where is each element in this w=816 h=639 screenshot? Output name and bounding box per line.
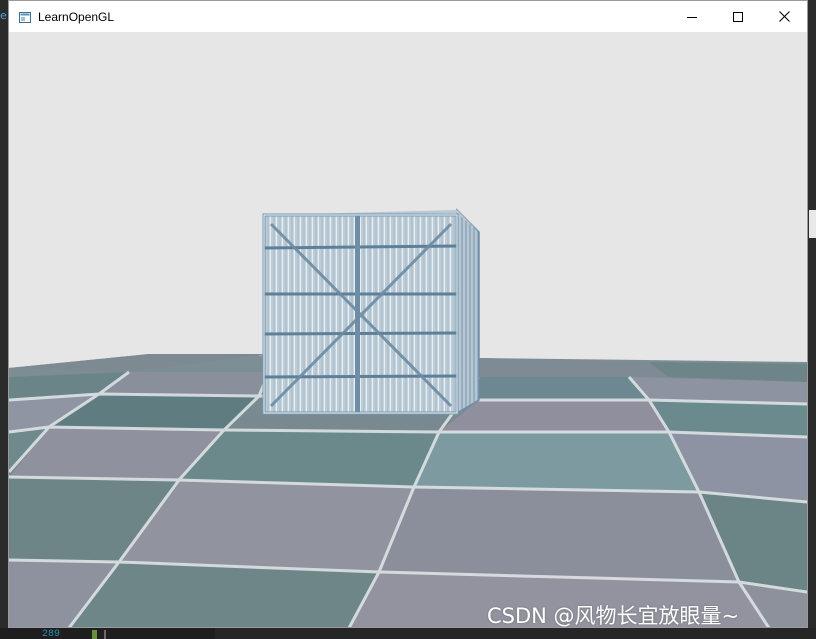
maximize-button[interactable]	[715, 1, 761, 32]
close-icon	[778, 11, 790, 22]
host-left-edge	[0, 0, 8, 639]
editor-change-marker	[92, 630, 97, 639]
editor-line-number: 289	[42, 629, 61, 639]
host-scrollbar-thumb[interactable]	[809, 210, 816, 238]
container-cube	[262, 208, 480, 415]
app-window: LearnOpenGL CSDN @风物长宜放眼量~	[8, 0, 808, 628]
scene-render	[9, 208, 807, 627]
host-editor-strip: 289	[0, 628, 816, 639]
minimize-button[interactable]	[669, 1, 715, 32]
app-window-icon	[19, 10, 31, 23]
close-button[interactable]	[761, 1, 807, 32]
watermark-text: CSDN @风物长宜放眼量~	[487, 604, 740, 628]
window-title: LearnOpenGL	[38, 10, 115, 24]
opengl-viewport[interactable]: CSDN @风物长宜放眼量~	[9, 32, 807, 628]
editor-text-area[interactable]	[215, 628, 816, 639]
title-bar[interactable]: LearnOpenGL	[9, 1, 807, 32]
maximize-icon	[733, 11, 743, 22]
host-tab-icon: e	[0, 9, 7, 22]
minimize-icon	[687, 16, 697, 18]
editor-gutter-marker	[104, 630, 106, 639]
host-scrollbar-track	[808, 0, 816, 639]
